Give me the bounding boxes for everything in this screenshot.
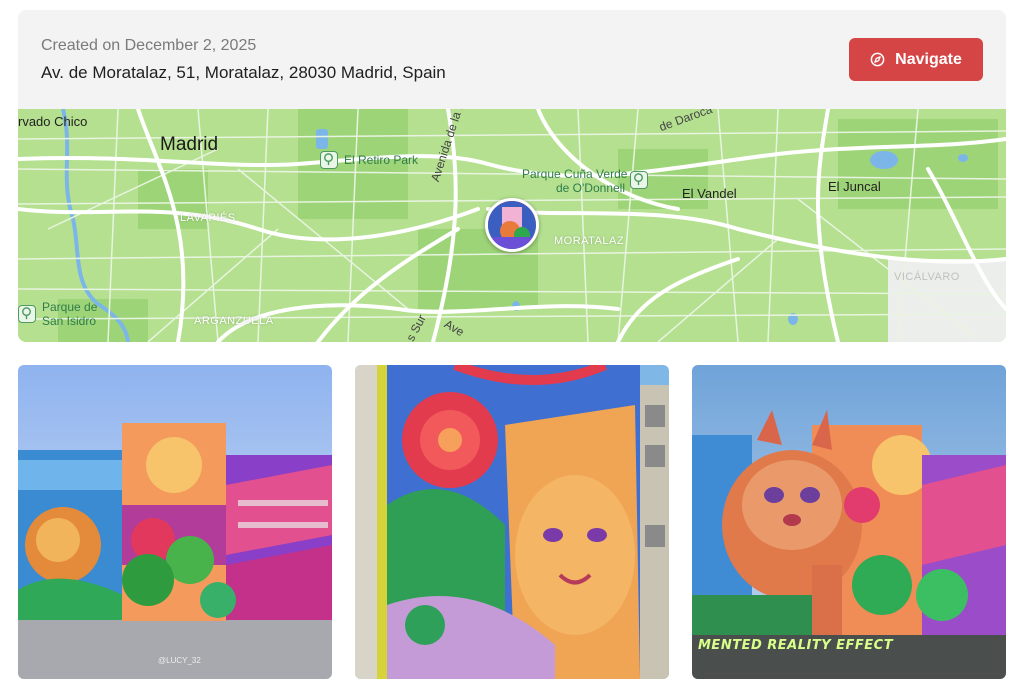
map-label-cuna-1: Parque Cuña Verde: [522, 167, 628, 181]
map-label-corvado: rvado Chico: [18, 114, 88, 129]
location-map[interactable]: rvado Chico Madrid El Retiro Park Parque…: [18, 109, 1006, 342]
map-label-cuna-2: de O'Donnell: [556, 181, 625, 195]
map-label-vicalvaro: VICÁLVARO: [894, 271, 960, 283]
map-label-lavapies: LAVAPIÉS: [180, 212, 236, 224]
created-date: Created on December 2, 2025: [41, 37, 257, 54]
map-label-san-isidro-1: Parque de: [42, 300, 98, 314]
park-icon-retiro: [320, 151, 338, 169]
mural-photo-1[interactable]: @LUCY_32: [18, 365, 332, 679]
location-marker[interactable]: [485, 198, 539, 252]
ar-caption: MENTED REALITY EFFECT: [698, 638, 894, 653]
navigate-button[interactable]: Navigate: [849, 38, 983, 81]
navigate-label: Navigate: [895, 50, 962, 68]
map-label-arganzuela: ARGANZUELA: [194, 315, 274, 327]
map-label-madrid: Madrid: [160, 134, 219, 155]
map-label-vandel: El Vandel: [682, 186, 737, 201]
mural-photo-2[interactable]: [355, 365, 669, 679]
map-label-san-isidro-2: San Isidro: [42, 314, 97, 328]
map-label-moratalaz: MORATALAZ: [554, 235, 625, 247]
park-icon-san-isidro: [18, 305, 36, 323]
location-header: Created on December 2, 2025 Av. de Morat…: [18, 10, 1006, 109]
address-text: Av. de Moratalaz, 51, Moratalaz, 28030 M…: [41, 63, 446, 82]
map-label-juncal: El Juncal: [828, 179, 881, 194]
photo-watermark: @LUCY_32: [158, 656, 201, 665]
park-icon-cuna: [630, 171, 648, 189]
mural-photo-3[interactable]: MENTED REALITY EFFECT: [692, 365, 1006, 679]
map-label-retiro: El Retiro Park: [344, 153, 419, 167]
compass-icon: [870, 52, 885, 67]
